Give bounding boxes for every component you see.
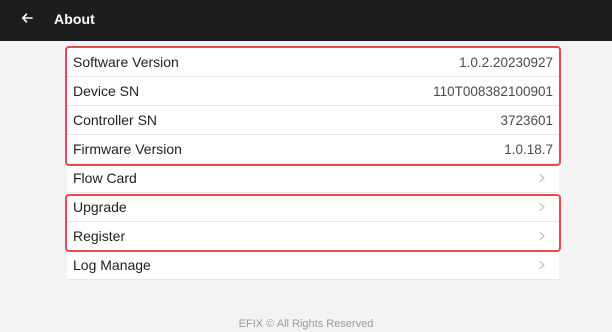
firmware-version-row: Firmware Version 1.0.18.7 bbox=[67, 135, 559, 164]
row-label: Software Version bbox=[73, 54, 179, 70]
chevron-right-icon bbox=[533, 227, 551, 245]
chevron-right-icon bbox=[533, 169, 551, 187]
chevron-right-icon bbox=[533, 198, 551, 216]
chevron-right-icon bbox=[533, 256, 551, 274]
upgrade-item[interactable]: Upgrade bbox=[67, 193, 559, 222]
flow-card-item[interactable]: Flow Card bbox=[67, 164, 559, 193]
controller-sn-row: Controller SN 3723601 bbox=[67, 106, 559, 135]
menu-label: Upgrade bbox=[73, 199, 127, 215]
menu-label: Flow Card bbox=[73, 170, 137, 186]
row-value: 110T008382100901 bbox=[433, 83, 553, 99]
page-title: About bbox=[54, 11, 95, 27]
register-item[interactable]: Register bbox=[67, 222, 559, 251]
row-value: 1.0.18.7 bbox=[504, 141, 553, 157]
copyright-footer: EFIX © All Rights Reserved bbox=[238, 318, 374, 330]
row-label: Device SN bbox=[73, 83, 140, 99]
back-button[interactable] bbox=[14, 8, 40, 32]
row-value: 1.0.2.20230927 bbox=[459, 54, 553, 70]
about-screen: About Software Version 1.0.2.20230927 De… bbox=[0, 0, 612, 332]
row-label: Controller SN bbox=[73, 112, 158, 128]
menu-label: Log Manage bbox=[73, 257, 151, 273]
arrow-left-icon bbox=[20, 11, 34, 30]
software-version-row: Software Version 1.0.2.20230927 bbox=[67, 48, 559, 77]
device-sn-row: Device SN 110T008382100901 bbox=[67, 77, 559, 106]
menu-label: Register bbox=[73, 228, 126, 244]
about-list: Software Version 1.0.2.20230927 Device S… bbox=[67, 48, 559, 280]
row-value: 3723601 bbox=[500, 112, 553, 128]
top-bar: About bbox=[0, 0, 612, 41]
row-label: Firmware Version bbox=[73, 141, 182, 157]
log-manage-item[interactable]: Log Manage bbox=[67, 251, 559, 280]
